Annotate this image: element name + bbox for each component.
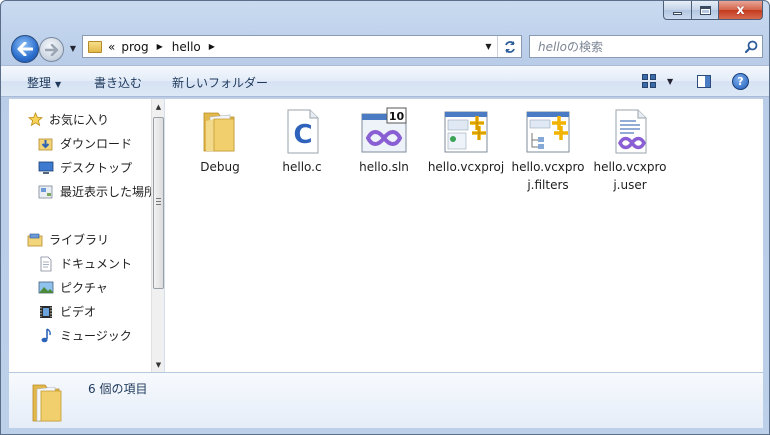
back-arrow-icon bbox=[17, 42, 33, 56]
organize-button[interactable]: 整理 ▼ bbox=[27, 74, 61, 91]
music-note-icon bbox=[38, 327, 54, 344]
chevron-right-icon[interactable]: ▶ bbox=[157, 42, 163, 51]
sidebar-item-music[interactable]: ミュージック bbox=[38, 327, 132, 344]
search-placeholder[interactable]: helloの検索 bbox=[530, 38, 740, 55]
file-name: Debug bbox=[200, 160, 240, 174]
details-pane: 6 個の項目 bbox=[9, 372, 763, 428]
chevron-right-icon[interactable]: ▶ bbox=[209, 42, 215, 51]
navigation-pane: お気に入り ダウンロード デスクトップ 最近表示した場所 ライブラリ ドキュメン… bbox=[9, 99, 165, 373]
minimize-button[interactable] bbox=[663, 1, 692, 20]
file-list: Debug C hello.c 10 hello.sln hello.vcxpr… bbox=[166, 99, 763, 373]
item-count: 6 個の項目 bbox=[88, 382, 148, 396]
sidebar-item-favorites[interactable]: お気に入り bbox=[27, 111, 109, 128]
navigation-bar: ▼ « prog ▶ hello ▶ ▼ helloの検索 bbox=[9, 32, 763, 63]
file-name: hello.c bbox=[282, 160, 322, 174]
file-name: hello.vcxproj.filters bbox=[511, 160, 585, 192]
videos-icon bbox=[38, 304, 54, 320]
recent-places-icon bbox=[38, 184, 54, 200]
sidebar-item-documents[interactable]: ドキュメント bbox=[38, 255, 132, 272]
maximize-button[interactable] bbox=[692, 1, 719, 20]
maximize-icon bbox=[699, 5, 711, 15]
breadcrumb-prog[interactable]: prog bbox=[121, 40, 148, 54]
breadcrumb-overflow[interactable]: « bbox=[108, 40, 115, 54]
minimize-icon bbox=[673, 11, 682, 15]
sidebar-item-pictures[interactable]: ピクチャ bbox=[38, 279, 108, 296]
address-bar[interactable]: « prog ▶ hello ▶ ▼ bbox=[82, 35, 522, 58]
libraries-icon bbox=[27, 232, 43, 248]
svg-text:C: C bbox=[293, 120, 312, 150]
preview-pane-icon[interactable] bbox=[697, 75, 711, 88]
views-icon bbox=[642, 74, 656, 88]
documents-icon bbox=[38, 256, 54, 272]
chevron-down-icon: ▼ bbox=[55, 80, 62, 89]
star-icon bbox=[27, 112, 43, 128]
vcxproj-filters-icon bbox=[524, 107, 572, 155]
change-view-button[interactable]: ▼ bbox=[642, 74, 673, 88]
file-item-hello-vcxproj-filters[interactable]: hello.vcxproj.filters bbox=[509, 101, 587, 194]
pictures-icon bbox=[38, 280, 54, 296]
burn-button[interactable]: 書き込む bbox=[94, 74, 142, 91]
close-icon: x bbox=[736, 2, 745, 18]
folder-icon bbox=[196, 107, 244, 155]
file-item-hello-vcxproj[interactable]: hello.vcxproj bbox=[427, 101, 505, 176]
new-folder-button[interactable]: 新しいフォルダー bbox=[172, 74, 268, 91]
help-icon[interactable]: ? bbox=[732, 73, 749, 90]
navigation-scrollbar[interactable]: ▲ ▼ bbox=[151, 99, 164, 373]
chevron-down-icon: ▼ bbox=[69, 43, 77, 53]
close-button[interactable]: x bbox=[719, 1, 763, 20]
grip-icon bbox=[156, 198, 161, 205]
address-dropdown[interactable]: ▼ bbox=[481, 36, 495, 57]
c-source-icon: C bbox=[278, 107, 326, 155]
version-badge: 10 bbox=[389, 110, 405, 123]
vcxproj-user-icon bbox=[606, 107, 654, 155]
file-item-hello-vcxproj-user[interactable]: hello.vcxproj.user bbox=[591, 101, 669, 194]
explorer-window: x ▼ « prog ▶ hello ▶ ▼ helloの検索 整理 ▼ 書き込… bbox=[0, 0, 770, 435]
vcxproj-icon bbox=[442, 107, 490, 155]
file-item-hello-c[interactable]: C hello.c bbox=[263, 101, 341, 176]
folder-icon bbox=[88, 40, 102, 53]
search-box[interactable]: helloの検索 bbox=[529, 35, 763, 58]
sidebar-item-libraries[interactable]: ライブラリ bbox=[27, 231, 109, 248]
forward-arrow-icon bbox=[44, 43, 58, 56]
refresh-button[interactable] bbox=[497, 36, 521, 57]
file-name: hello.vcxproj bbox=[427, 160, 505, 174]
chevron-down-icon[interactable]: ▼ bbox=[667, 77, 673, 86]
desktop-icon bbox=[38, 160, 54, 176]
search-icon[interactable] bbox=[740, 40, 762, 53]
sidebar-item-videos[interactable]: ビデオ bbox=[38, 303, 96, 320]
refresh-icon bbox=[504, 40, 515, 53]
content-area: お気に入り ダウンロード デスクトップ 最近表示した場所 ライブラリ ドキュメン… bbox=[9, 98, 763, 373]
scrollbar-thumb[interactable] bbox=[153, 117, 164, 289]
forward-button[interactable] bbox=[39, 37, 64, 62]
scroll-up-icon[interactable]: ▲ bbox=[152, 99, 164, 115]
scroll-down-icon[interactable]: ▼ bbox=[152, 357, 164, 373]
file-name: hello.vcxproj.user bbox=[593, 160, 667, 192]
file-name: hello.sln bbox=[359, 160, 409, 174]
command-bar: 整理 ▼ 書き込む 新しいフォルダー ▼ ? bbox=[1, 65, 769, 97]
file-item-hello-sln[interactable]: 10 hello.sln bbox=[345, 101, 423, 176]
folder-icon bbox=[29, 381, 69, 423]
caption-buttons: x bbox=[663, 1, 763, 20]
back-button[interactable] bbox=[11, 35, 39, 63]
chevron-down-icon: ▼ bbox=[485, 42, 492, 51]
sidebar-item-recent[interactable]: 最近表示した場所 bbox=[38, 183, 156, 200]
breadcrumb-hello[interactable]: hello bbox=[172, 40, 201, 54]
recent-pages-dropdown[interactable]: ▼ bbox=[67, 40, 79, 56]
sidebar-item-desktop[interactable]: デスクトップ bbox=[38, 159, 132, 176]
downloads-folder-icon bbox=[38, 136, 54, 152]
sidebar-item-downloads[interactable]: ダウンロード bbox=[38, 135, 132, 152]
file-item-debug[interactable]: Debug bbox=[181, 101, 259, 176]
vs-solution-icon: 10 bbox=[360, 107, 408, 155]
